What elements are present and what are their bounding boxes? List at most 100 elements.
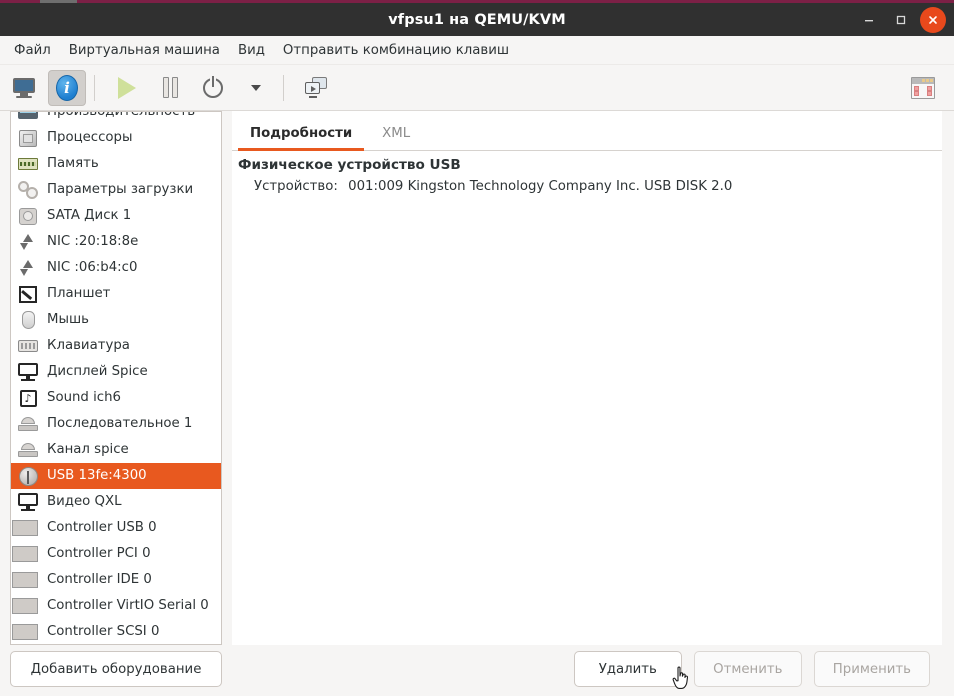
controller-icon (12, 596, 39, 616)
tab-details[interactable]: Подробности (238, 126, 365, 151)
menu-file[interactable]: Файл (5, 43, 60, 58)
hardware-list-item-label: NIC :20:18:8e (47, 234, 139, 250)
power-icon (203, 77, 223, 98)
hardware-list-item[interactable]: Последовательное 1 (11, 411, 221, 437)
controller-icon (12, 570, 39, 590)
hardware-list-item-label: Sound ich6 (47, 390, 121, 406)
title-bar: vfpsu1 на QEMU/KVM (0, 3, 954, 36)
window-controls (856, 3, 946, 36)
hardware-list-item[interactable]: Клавиатура (11, 333, 221, 359)
toolbar: i (0, 65, 954, 111)
play-icon (118, 76, 136, 99)
info-icon: i (56, 74, 78, 101)
snapshots-button[interactable] (297, 70, 335, 106)
details-view-button[interactable]: i (48, 69, 86, 106)
hardware-list-item[interactable]: Канал spice (11, 437, 221, 463)
pause-button[interactable] (151, 70, 189, 106)
fullscreen-button[interactable] (904, 70, 942, 106)
window-title: vfpsu1 на QEMU/KVM (388, 11, 566, 28)
console-view-button[interactable] (5, 70, 43, 106)
hardware-list-item-label: Дисплей Spice (47, 364, 148, 380)
maximize-icon[interactable] (888, 7, 914, 33)
virt-manager-window: vfpsu1 на QEMU/KVM Файл Виртуальная маши… (0, 0, 954, 696)
hardware-list-item[interactable]: Планшет (11, 281, 221, 307)
hardware-list-item[interactable]: Controller VirtIO Serial 0 (11, 593, 221, 619)
hardware-list-item[interactable]: ♪ Sound ich6 (11, 385, 221, 411)
hardware-list-item[interactable]: Параметры загрузки (11, 177, 221, 203)
hardware-list-item-label: Controller SCSI 0 (47, 624, 160, 640)
display-icon (17, 362, 39, 382)
hardware-list-item[interactable]: NIC :20:18:8e (11, 229, 221, 255)
hardware-list-item[interactable]: Память (11, 151, 221, 177)
apply-button-label: Применить (832, 661, 911, 677)
mouse-icon (17, 310, 39, 330)
close-icon[interactable] (920, 6, 946, 33)
hardware-list-item-label: Память (47, 156, 99, 172)
hardware-list-item[interactable]: NIC :06:b4:c0 (11, 255, 221, 281)
apply-button[interactable]: Применить (813, 651, 930, 687)
hardware-list-item[interactable]: Процессоры (11, 125, 221, 151)
remove-button-label: Удалить (598, 661, 657, 677)
network-icon (17, 232, 39, 252)
device-field-value: 001:009 Kingston Technology Company Inc.… (348, 179, 733, 194)
hardware-list-item-label: Controller PCI 0 (47, 546, 151, 562)
hardware-list-item[interactable]: Controller IDE 0 (11, 567, 221, 593)
shutdown-button[interactable] (194, 70, 232, 106)
device-field-label: Устройство: (254, 179, 338, 194)
menu-bar: Файл Виртуальная машина Вид Отправить ко… (0, 36, 954, 65)
minimize-icon[interactable] (856, 7, 882, 33)
hardware-list-item[interactable]: Производительность (11, 112, 221, 125)
hardware-list-item[interactable]: Дисплей Spice (11, 359, 221, 385)
toolbar-separator-1 (94, 74, 95, 101)
hardware-list-item-label: Планшет (47, 286, 111, 302)
hardware-list[interactable]: Производительность Процессоры Память Параме… (10, 111, 222, 645)
sound-icon: ♪ (17, 388, 39, 408)
hardware-list-item-label: Видео QXL (47, 494, 122, 510)
hardware-list-item-label: Controller VirtIO Serial 0 (47, 598, 209, 614)
action-buttons: Удалить Отменить Применить (232, 651, 942, 687)
hardware-list-item[interactable]: USB 13fe:4300 (11, 463, 221, 489)
menu-virtual-machine[interactable]: Виртуальная машина (60, 43, 229, 58)
hardware-list-item-label: Параметры загрузки (47, 182, 194, 198)
window-icon (911, 76, 935, 99)
controller-icon (12, 518, 39, 538)
body: Производительность Процессоры Память Параме… (0, 111, 954, 696)
hardware-list-item-label: USB 13fe:4300 (47, 468, 147, 484)
cancel-button-label: Отменить (713, 661, 783, 677)
menu-send-key[interactable]: Отправить комбинацию клавиш (274, 43, 518, 58)
cpu-icon (17, 128, 39, 148)
hardware-list-item-label: Мышь (47, 312, 89, 328)
hardware-list-item[interactable]: Controller SCSI 0 (11, 619, 221, 644)
hardware-list-item-label: Процессоры (47, 130, 133, 146)
hardware-list-item-label: SATA Диск 1 (47, 208, 132, 224)
cancel-button[interactable]: Отменить (693, 651, 802, 687)
shutdown-menu-button[interactable] (237, 70, 275, 106)
add-hardware-button[interactable]: Добавить оборудование (10, 651, 222, 687)
hardware-list-item-label: Канал spice (47, 442, 129, 458)
pause-icon (162, 77, 178, 98)
device-field: Устройство: 001:009 Kingston Technology … (254, 179, 942, 194)
details-heading: Физическое устройство USB (238, 157, 461, 173)
hardware-list-item[interactable]: SATA Диск 1 (11, 203, 221, 229)
hardware-list-item-label: Последовательное 1 (47, 416, 193, 432)
hardware-list-item-label: Controller USB 0 (47, 520, 157, 536)
hardware-list-item[interactable]: Controller USB 0 (11, 515, 221, 541)
toolbar-separator-2 (283, 74, 284, 101)
screens-icon (305, 77, 327, 98)
menu-view[interactable]: Вид (229, 43, 274, 58)
controller-icon (12, 544, 39, 564)
hardware-list-item-label: Controller IDE 0 (47, 572, 152, 588)
keyboard-icon (17, 336, 39, 356)
remove-button[interactable]: Удалить (573, 651, 682, 687)
hardware-list-item[interactable]: Мышь (11, 307, 221, 333)
hardware-list-item[interactable]: Видео QXL (11, 489, 221, 515)
run-button[interactable] (108, 70, 146, 106)
hardware-list-item-label: NIC :06:b4:c0 (47, 260, 138, 276)
serial-icon (17, 440, 39, 460)
memory-icon (17, 154, 39, 174)
hardware-list-item[interactable]: Controller PCI 0 (11, 541, 221, 567)
tab-xml[interactable]: XML (370, 126, 422, 150)
controller-icon (12, 622, 39, 642)
monitor-icon (13, 77, 35, 98)
gears-icon (17, 180, 39, 200)
